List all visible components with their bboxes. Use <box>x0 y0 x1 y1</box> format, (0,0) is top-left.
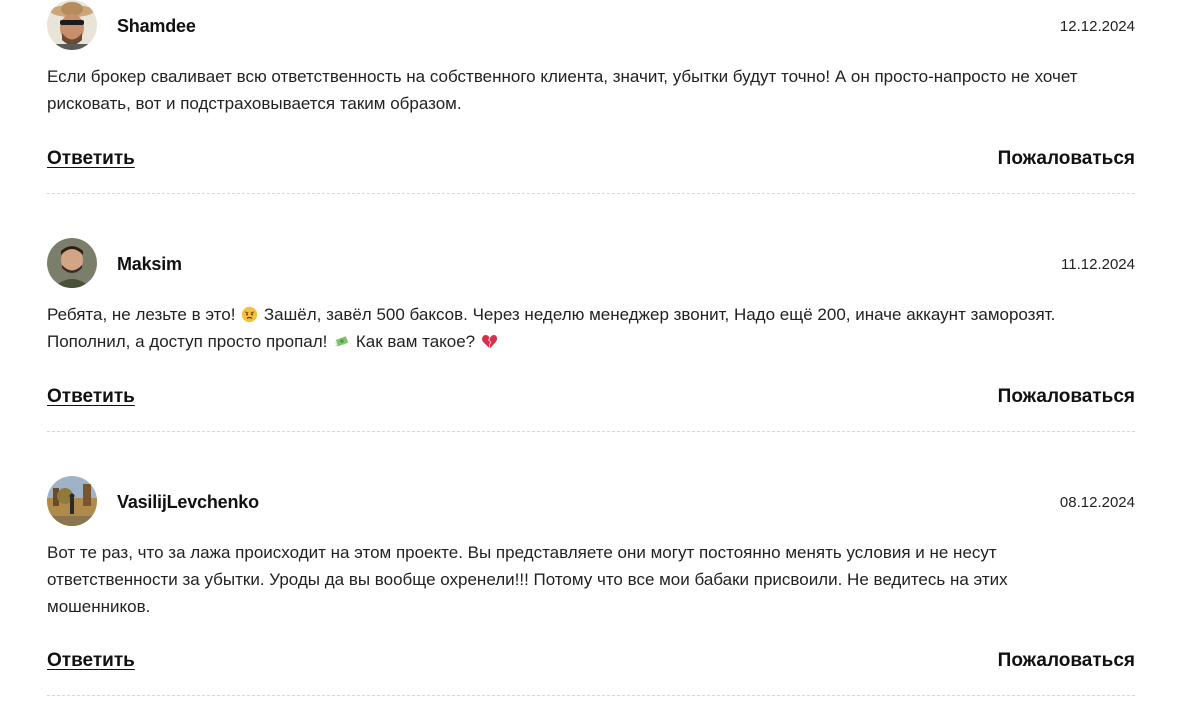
comment-header: Shamdee 12.12.2024 <box>47 0 1135 52</box>
avatar-photo-hat-sunglasses-icon <box>47 0 97 50</box>
comment-actions: Ответить Пожаловаться <box>47 386 1135 416</box>
comment-item: Shamdee 12.12.2024 Если брокер сваливает… <box>47 0 1135 194</box>
comment-text-part: Зашёл, завёл 500 баксов. Через неделю ме… <box>263 305 1056 324</box>
comment-item: Maksim 11.12.2024 Ребята, не лезьте в эт… <box>47 238 1135 432</box>
divider <box>47 431 1135 432</box>
reply-button[interactable]: Ответить <box>47 650 135 672</box>
broken-heart-emoji-icon <box>481 335 498 349</box>
comment-actions: Ответить Пожаловаться <box>47 650 1135 680</box>
comment-date: 11.12.2024 <box>1061 256 1135 273</box>
comment-date: 08.12.2024 <box>1059 494 1135 511</box>
comment-item: VasilijLevchenko 08.12.2024 Вот те раз, … <box>47 476 1135 696</box>
comment-text-part: Ребята, не лезьте в это! <box>47 305 236 324</box>
comment-text: Ребята, не лезьте в это! Зашёл, завёл 50… <box>47 301 1127 355</box>
author-name: VasilijLevchenko <box>117 492 259 512</box>
comment-text-part: Как вам такое? <box>355 332 476 351</box>
reply-button[interactable]: Ответить <box>47 386 135 408</box>
avatar <box>47 238 97 288</box>
comment-header: Maksim 11.12.2024 <box>47 238 1135 290</box>
comment-header: VasilijLevchenko 08.12.2024 <box>47 476 1135 528</box>
complain-button[interactable]: Пожаловаться <box>998 650 1135 672</box>
angry-face-emoji-icon <box>242 306 258 323</box>
comment-actions: Ответить Пожаловаться <box>47 148 1135 178</box>
complain-button[interactable]: Пожаловаться <box>998 148 1135 170</box>
avatar-photo-landscape-icon <box>47 476 97 526</box>
comment-text: Вот те раз, что за лажа происходит на эт… <box>47 543 1008 616</box>
avatar <box>47 476 97 526</box>
comment-date: 12.12.2024 <box>1059 18 1135 35</box>
complain-button[interactable]: Пожаловаться <box>998 386 1135 408</box>
author-name: Shamdee <box>117 16 196 36</box>
divider <box>47 193 1135 194</box>
author-name: Maksim <box>117 254 182 274</box>
comment-text-part: Пополнил, а доступ просто пропал! <box>47 332 328 351</box>
reply-button[interactable]: Ответить <box>47 148 135 170</box>
avatar <box>47 0 97 50</box>
comment-text: Если брокер сваливает всю ответственност… <box>47 67 1078 113</box>
money-with-wings-emoji-icon <box>333 336 349 347</box>
avatar-photo-man-icon <box>47 238 97 288</box>
divider <box>47 695 1135 696</box>
